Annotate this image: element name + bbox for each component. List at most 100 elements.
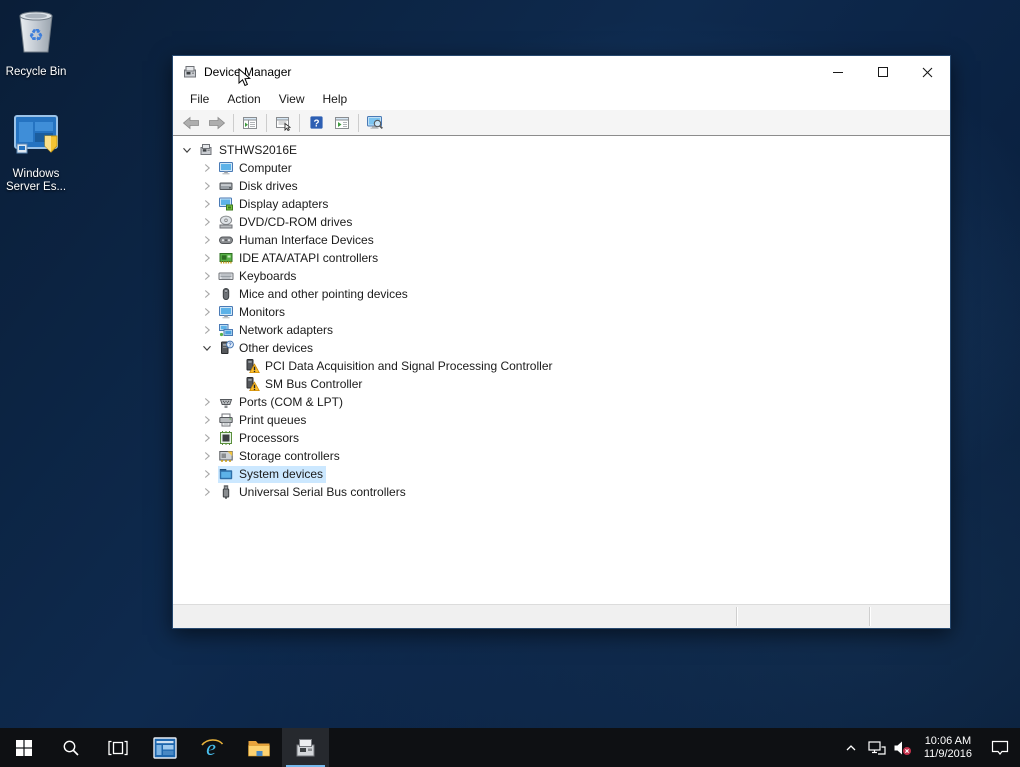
tree-item[interactable]: System devices bbox=[173, 465, 950, 483]
tray-network-button[interactable] bbox=[864, 728, 890, 767]
taskbar-start-button[interactable] bbox=[0, 728, 47, 767]
tree-entry[interactable]: DVD/CD-ROM drives bbox=[218, 214, 355, 231]
tree-entry[interactable]: Mice and other pointing devices bbox=[218, 286, 411, 303]
tree-item[interactable]: STHWS2016E bbox=[173, 141, 950, 159]
tree-item[interactable]: Human Interface Devices bbox=[173, 231, 950, 249]
expander-collapsed-icon[interactable] bbox=[199, 268, 215, 284]
tree-item[interactable]: Disk drives bbox=[173, 177, 950, 195]
disk-drive-icon bbox=[218, 178, 234, 194]
tree-entry[interactable]: SM Bus Controller bbox=[244, 376, 365, 393]
expander-expanded-icon[interactable] bbox=[179, 142, 195, 158]
tree-item-label: Print queues bbox=[239, 412, 307, 427]
tree-entry[interactable]: Ports (COM & LPT) bbox=[218, 394, 346, 411]
titlebar[interactable]: Device Manager bbox=[173, 56, 950, 88]
expander-collapsed-icon[interactable] bbox=[199, 232, 215, 248]
expander-expanded-icon[interactable] bbox=[199, 340, 215, 356]
tree-entry[interactable]: Print queues bbox=[218, 412, 309, 429]
tree-item[interactable]: Print queues bbox=[173, 411, 950, 429]
forward-button[interactable] bbox=[204, 112, 230, 134]
tree-item[interactable]: IDE ATA/ATAPI controllers bbox=[173, 249, 950, 267]
expander-collapsed-icon[interactable] bbox=[199, 322, 215, 338]
expander-collapsed-icon[interactable] bbox=[199, 178, 215, 194]
tree-item-label: Processors bbox=[239, 430, 300, 445]
tree-entry[interactable]: Processors bbox=[218, 430, 302, 447]
tree-entry[interactable]: Computer bbox=[218, 160, 295, 177]
tree-item[interactable]: Display adapters bbox=[173, 195, 950, 213]
expander-collapsed-icon[interactable] bbox=[199, 484, 215, 500]
expander-collapsed-icon[interactable] bbox=[199, 448, 215, 464]
tree-item[interactable]: PCI Data Acquisition and Signal Processi… bbox=[173, 357, 950, 375]
tree-entry[interactable]: Monitors bbox=[218, 304, 288, 321]
tree-entry[interactable]: Universal Serial Bus controllers bbox=[218, 484, 409, 501]
action-center-button[interactable] bbox=[980, 728, 1020, 767]
tree-entry[interactable]: Display adapters bbox=[218, 196, 331, 213]
help-button[interactable]: ? bbox=[303, 112, 329, 134]
expander-collapsed-icon[interactable] bbox=[199, 394, 215, 410]
tree-item[interactable]: Keyboards bbox=[173, 267, 950, 285]
tray-hidden-icons-button[interactable] bbox=[838, 728, 864, 767]
tree-item[interactable]: Computer bbox=[173, 159, 950, 177]
tree-item-label: Network adapters bbox=[239, 322, 334, 337]
svg-text:e: e bbox=[206, 735, 216, 760]
taskbar-internet-explorer-button[interactable]: e bbox=[188, 728, 235, 767]
serial-port-icon bbox=[218, 394, 234, 410]
tree-entry[interactable]: Human Interface Devices bbox=[218, 232, 377, 249]
menu-view[interactable]: View bbox=[270, 89, 314, 109]
tree-item[interactable]: ? Other devices bbox=[173, 339, 950, 357]
menu-action[interactable]: Action bbox=[218, 89, 269, 109]
tree-entry[interactable]: PCI Data Acquisition and Signal Processi… bbox=[244, 358, 555, 375]
tree-entry-selected[interactable]: System devices bbox=[218, 465, 327, 483]
expander-collapsed-icon[interactable] bbox=[199, 214, 215, 230]
tree-item[interactable]: Storage controllers bbox=[173, 447, 950, 465]
taskbar-task-view-button[interactable] bbox=[94, 728, 141, 767]
menu-help[interactable]: Help bbox=[314, 89, 357, 109]
taskbar-clock[interactable]: 10:06 AM 11/9/2016 bbox=[916, 735, 980, 761]
tree-item[interactable]: Processors bbox=[173, 429, 950, 447]
tree-entry[interactable]: Network adapters bbox=[218, 322, 336, 339]
printer-icon bbox=[218, 412, 234, 428]
maximize-button[interactable] bbox=[860, 56, 905, 88]
properties-button[interactable] bbox=[270, 112, 296, 134]
expander-placeholder bbox=[225, 376, 241, 392]
tree-entry[interactable]: Storage controllers bbox=[218, 448, 343, 465]
back-button[interactable] bbox=[178, 112, 204, 134]
tree-entry[interactable]: STHWS2016E bbox=[198, 142, 300, 159]
status-bar bbox=[173, 604, 950, 628]
tree-item[interactable]: Monitors bbox=[173, 303, 950, 321]
tree-item[interactable]: Universal Serial Bus controllers bbox=[173, 483, 950, 501]
desktop-icon-windows-server-essentials[interactable]: Windows Server Es... bbox=[0, 110, 75, 194]
taskbar-server-manager-button[interactable] bbox=[141, 728, 188, 767]
minimize-button[interactable] bbox=[815, 56, 860, 88]
show-console-tree-button[interactable] bbox=[237, 112, 263, 134]
taskbar-device-manager-button[interactable] bbox=[282, 728, 329, 767]
devices-by-type-button[interactable] bbox=[329, 112, 355, 134]
expander-collapsed-icon[interactable] bbox=[199, 430, 215, 446]
tree-item[interactable]: SM Bus Controller bbox=[173, 375, 950, 393]
tree-entry[interactable]: Keyboards bbox=[218, 268, 299, 285]
tree-entry[interactable]: Disk drives bbox=[218, 178, 301, 195]
device-tree: STHWS2016E Computer Disk drives Display ada… bbox=[173, 136, 950, 604]
tree-entry[interactable]: IDE ATA/ATAPI controllers bbox=[218, 250, 381, 267]
expander-collapsed-icon[interactable] bbox=[199, 196, 215, 212]
expander-collapsed-icon[interactable] bbox=[199, 286, 215, 302]
expander-collapsed-icon[interactable] bbox=[199, 304, 215, 320]
expander-collapsed-icon[interactable] bbox=[199, 250, 215, 266]
expander-collapsed-icon[interactable] bbox=[199, 160, 215, 176]
unknown-device-warning-icon bbox=[244, 358, 260, 374]
tray-volume-muted-button[interactable] bbox=[890, 728, 916, 767]
expander-placeholder bbox=[225, 358, 241, 374]
device-manager-window: Device Manager File Action View Help ? STHW… bbox=[172, 55, 951, 629]
scan-hardware-changes-button[interactable] bbox=[362, 112, 388, 134]
menu-file[interactable]: File bbox=[181, 89, 218, 109]
tree-entry[interactable]: ? Other devices bbox=[218, 340, 316, 357]
close-button[interactable] bbox=[905, 56, 950, 88]
taskbar-search-button[interactable] bbox=[47, 728, 94, 767]
tree-item[interactable]: Mice and other pointing devices bbox=[173, 285, 950, 303]
expander-collapsed-icon[interactable] bbox=[199, 466, 215, 482]
tree-item[interactable]: DVD/CD-ROM drives bbox=[173, 213, 950, 231]
taskbar-file-explorer-button[interactable] bbox=[235, 728, 282, 767]
tree-item[interactable]: Network adapters bbox=[173, 321, 950, 339]
tree-item[interactable]: Ports (COM & LPT) bbox=[173, 393, 950, 411]
expander-collapsed-icon[interactable] bbox=[199, 412, 215, 428]
desktop-icon-recycle-bin[interactable]: ♻ Recycle Bin bbox=[0, 6, 75, 79]
